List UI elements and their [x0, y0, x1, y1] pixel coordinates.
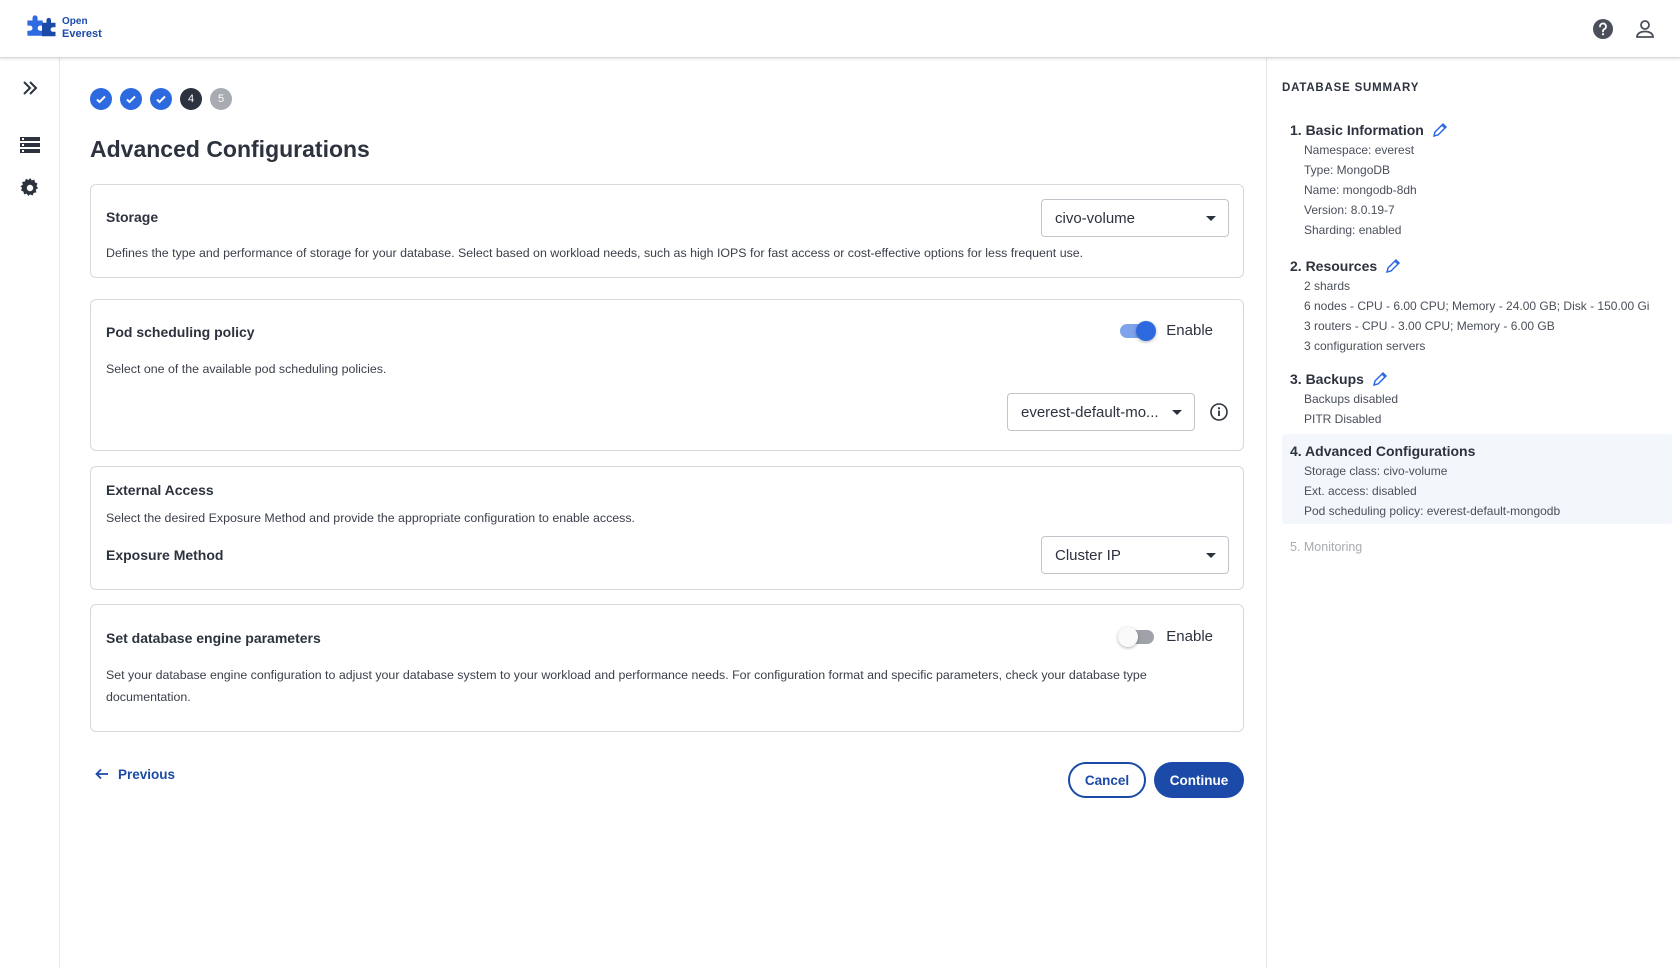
summary-line: Type: MongoDB: [1304, 163, 1391, 177]
help-icon[interactable]: [1590, 16, 1616, 42]
previous-label: Previous: [118, 766, 176, 782]
storage-description: Defines the type and performance of stor…: [106, 246, 1084, 260]
left-navigation: [0, 58, 60, 968]
summary-line: Name: mongodb-8dh: [1304, 183, 1417, 197]
logo-line1: Open: [62, 15, 88, 27]
summary-section-title: 3. Backups: [1282, 369, 1672, 389]
pod-scheduling-description: Select one of the available pod scheduli…: [106, 362, 387, 376]
step-3-completed: [150, 88, 172, 110]
section-title-text: 2. Resources: [1290, 258, 1378, 274]
summary-line: Pod scheduling policy: everest-default-m…: [1304, 504, 1561, 518]
summary-basic-information: 1. Basic Information Namespace: everest …: [1282, 120, 1672, 240]
databases-list-icon[interactable]: [16, 131, 44, 159]
engine-desc-line1: Set your database engine configuration t…: [106, 668, 1147, 682]
cancel-button[interactable]: Cancel: [1068, 762, 1146, 798]
main-content: 4 5 Advanced Configurations Storage civo…: [60, 58, 1266, 968]
toggle-switch-off[interactable]: [1118, 626, 1155, 647]
engine-desc-line2: documentation.: [106, 690, 191, 704]
section-title-text: 1. Basic Information: [1290, 122, 1424, 138]
engine-parameters-toggle[interactable]: Enable: [1118, 626, 1213, 647]
logo-line2: Everest: [62, 27, 102, 40]
stepper: 4 5: [90, 88, 232, 110]
summary-section-title: 5. Monitoring: [1290, 540, 1363, 554]
storage-class-select[interactable]: civo-volume: [1041, 199, 1229, 237]
external-access-title: External Access: [106, 482, 214, 498]
database-summary-panel: DATABASE SUMMARY 1. Basic Information Na…: [1266, 58, 1680, 968]
expand-sidebar-icon[interactable]: [16, 74, 44, 102]
dropdown-caret-icon: [1206, 553, 1216, 558]
continue-button[interactable]: Continue: [1154, 762, 1244, 798]
summary-line: 3 routers - CPU - 3.00 CPU; Memory - 6.0…: [1304, 319, 1555, 333]
summary-line: 6 nodes - CPU - 6.00 CPU; Memory - 24.00…: [1304, 299, 1650, 313]
pod-scheduling-title: Pod scheduling policy: [106, 324, 255, 340]
summary-line: Storage class: civo-volume: [1304, 464, 1448, 478]
exposure-method-label: Exposure Method: [106, 547, 224, 563]
summary-line: 3 configuration servers: [1304, 339, 1426, 353]
engine-parameters-title: Set database engine parameters: [106, 630, 321, 646]
engine-parameters-card: Set database engine parameters Enable Se…: [90, 604, 1244, 732]
user-account-icon[interactable]: [1632, 16, 1658, 42]
previous-button[interactable]: Previous: [94, 766, 175, 782]
summary-line: Backups disabled: [1304, 392, 1399, 406]
top-bar: Open Everest: [0, 0, 1680, 58]
summary-line: Namespace: everest: [1304, 143, 1415, 157]
external-access-description: Select the desired Exposure Method and p…: [106, 511, 636, 525]
check-icon: [156, 95, 166, 104]
exposure-method-select[interactable]: Cluster IP: [1041, 536, 1229, 574]
summary-line: Version: 8.0.19-7: [1304, 203, 1395, 217]
pod-scheduling-card: Pod scheduling policy Enable Select one …: [90, 299, 1244, 451]
summary-resources: 2. Resources 2 shards 6 nodes - CPU - 6.…: [1282, 256, 1672, 356]
info-icon[interactable]: [1209, 402, 1229, 422]
engine-parameters-description: Set your database engine configuration t…: [106, 664, 1236, 708]
pod-policy-select-value: everest-default-mo...: [1021, 403, 1159, 421]
toggle-switch-on[interactable]: [1120, 320, 1157, 341]
edit-pencil-icon[interactable]: [1372, 371, 1388, 387]
settings-gear-icon[interactable]: [16, 174, 44, 202]
summary-section-title: 4. Advanced Configurations: [1290, 443, 1476, 459]
exposure-select-value: Cluster IP: [1055, 546, 1121, 564]
section-title-text: 3. Backups: [1290, 371, 1364, 387]
summary-line: 2 shards: [1304, 279, 1351, 293]
step-5-pending: 5: [210, 88, 232, 110]
app-logo[interactable]: Open Everest: [24, 12, 102, 43]
check-icon: [126, 95, 136, 104]
step-1-completed: [90, 88, 112, 110]
summary-line: PITR Disabled: [1304, 412, 1382, 426]
summary-advanced-configurations: 4. Advanced Configurations Storage class…: [1282, 434, 1672, 524]
dropdown-caret-icon: [1172, 410, 1182, 415]
summary-heading: DATABASE SUMMARY: [1282, 82, 1420, 94]
summary-monitoring: 5. Monitoring: [1282, 537, 1672, 557]
toggle-label: Enable: [1166, 322, 1213, 339]
summary-section-title: 2. Resources: [1282, 256, 1672, 276]
storage-card: Storage civo-volume Defines the type and…: [90, 184, 1244, 278]
logo-puzzle-icon: [24, 12, 58, 43]
step-2-completed: [120, 88, 142, 110]
summary-line: Sharding: enabled: [1304, 223, 1402, 237]
toggle-label: Enable: [1166, 628, 1213, 645]
summary-backups: 3. Backups Backups disabled PITR Disable…: [1282, 369, 1672, 429]
edit-pencil-icon[interactable]: [1385, 258, 1401, 274]
check-icon: [96, 95, 106, 104]
page-title: Advanced Configurations: [90, 136, 370, 162]
arrow-left-icon: [95, 768, 108, 780]
logo-text: Open Everest: [62, 16, 102, 40]
storage-title: Storage: [106, 209, 159, 225]
pod-scheduling-policy-select[interactable]: everest-default-mo...: [1007, 393, 1195, 431]
edit-pencil-icon[interactable]: [1432, 122, 1448, 138]
summary-section-title: 1. Basic Information: [1282, 120, 1672, 140]
pod-scheduling-toggle[interactable]: Enable: [1120, 320, 1213, 341]
dropdown-caret-icon: [1206, 216, 1216, 221]
summary-line: Ext. access: disabled: [1304, 484, 1417, 498]
external-access-card: External Access Select the desired Expos…: [90, 466, 1244, 590]
step-4-active: 4: [180, 88, 202, 110]
storage-select-value: civo-volume: [1055, 209, 1136, 227]
